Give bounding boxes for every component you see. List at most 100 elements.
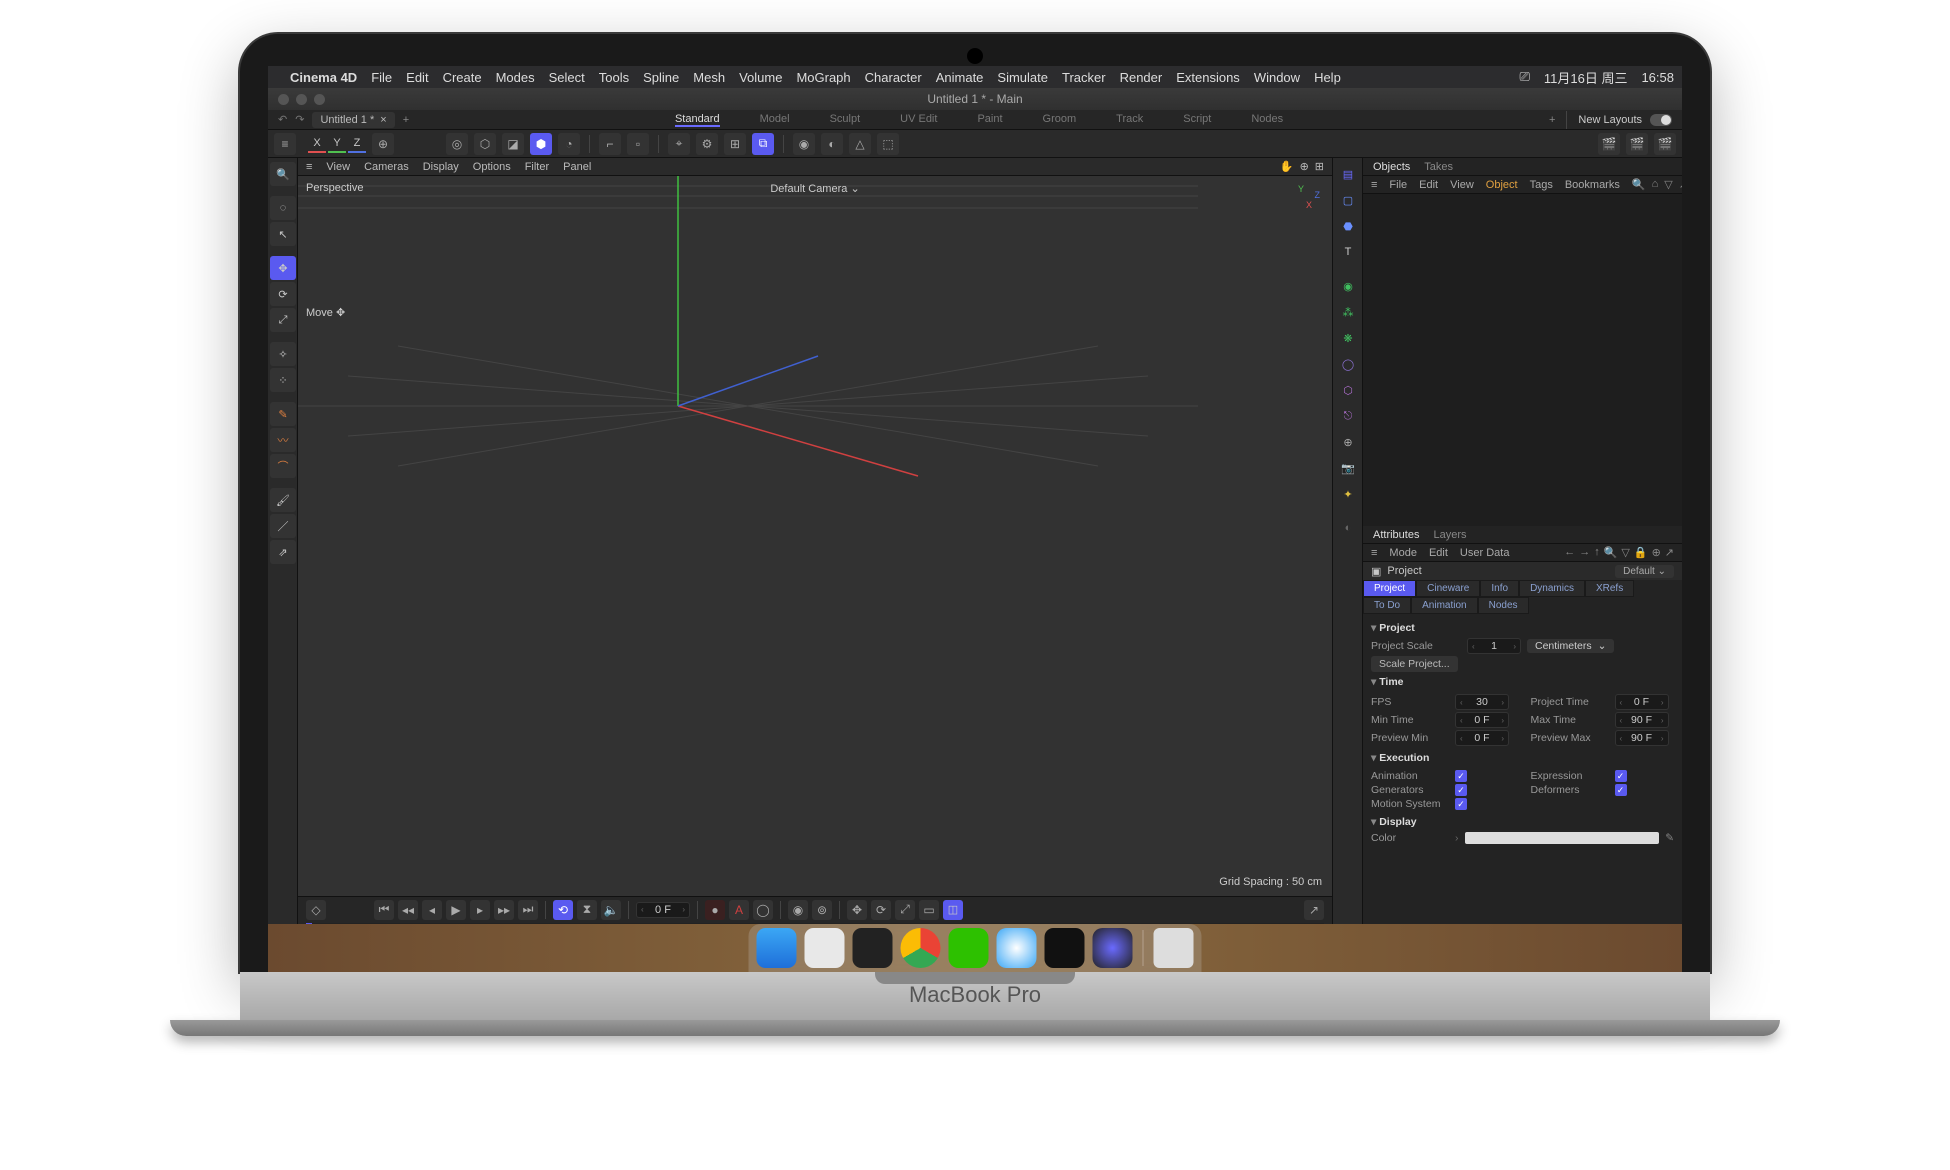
- prev-key-icon[interactable]: ◂◂: [398, 900, 418, 920]
- vp-nav-icon[interactable]: ✋: [1280, 160, 1294, 173]
- layout-track[interactable]: Track: [1116, 113, 1143, 127]
- sound-icon[interactable]: 🔈: [601, 900, 621, 920]
- brush-icon[interactable]: 🖌: [270, 488, 296, 512]
- menu-edit[interactable]: Edit: [406, 70, 428, 85]
- menu-simulate[interactable]: Simulate: [997, 70, 1048, 85]
- poly-icon[interactable]: ◪: [502, 133, 524, 155]
- vp-menu-cameras[interactable]: Cameras: [364, 161, 409, 173]
- menu-window[interactable]: Window: [1254, 70, 1300, 85]
- layout-sculpt[interactable]: Sculpt: [830, 113, 861, 127]
- fps-icon[interactable]: ⧗: [577, 900, 597, 920]
- autokey-icon[interactable]: A: [729, 900, 749, 920]
- cube-primitive-icon[interactable]: ⬣: [1335, 214, 1361, 238]
- menu-render[interactable]: Render: [1120, 70, 1163, 85]
- btab-project[interactable]: Project: [1363, 580, 1416, 597]
- vp-hamburger-icon[interactable]: ≡: [306, 161, 312, 173]
- layout-paint[interactable]: Paint: [977, 113, 1002, 127]
- chk-motion[interactable]: ✓: [1455, 798, 1467, 810]
- axis-x[interactable]: X: [308, 135, 326, 153]
- vp-menu-view[interactable]: View: [326, 161, 350, 173]
- quantize-icon[interactable]: ⧉: [752, 133, 774, 155]
- texture-mode-icon[interactable]: ◔: [558, 133, 580, 155]
- om-tags[interactable]: Tags: [1530, 179, 1553, 191]
- layout-standard[interactable]: Standard: [675, 113, 720, 127]
- vp-layout-icon[interactable]: ⊞: [1315, 160, 1324, 173]
- om-file[interactable]: File: [1389, 179, 1407, 191]
- redo-icon[interactable]: ↷: [295, 113, 304, 126]
- selection-filter-icon[interactable]: ◎: [446, 133, 468, 155]
- key-icon[interactable]: ◯: [753, 900, 773, 920]
- btab-cineware[interactable]: Cineware: [1416, 580, 1480, 597]
- om-filter-icon[interactable]: ▽: [1664, 178, 1672, 191]
- menu-help[interactable]: Help: [1314, 70, 1341, 85]
- asset-browser-icon[interactable]: ▤: [1335, 162, 1361, 186]
- btab-animation[interactable]: Animation: [1411, 597, 1477, 614]
- scale-key-icon[interactable]: ⤢: [895, 900, 915, 920]
- keyframe-sel-icon[interactable]: ◉: [788, 900, 808, 920]
- layout-model[interactable]: Model: [760, 113, 790, 127]
- camera-obj-icon[interactable]: 📷: [1335, 456, 1361, 480]
- am-popout-icon[interactable]: ↗: [1665, 546, 1674, 559]
- menubar-time[interactable]: 16:58: [1641, 70, 1674, 85]
- max-field[interactable]: ‹90 F›: [1615, 712, 1669, 728]
- viewport-3d[interactable]: Perspective Default Camera ⌄ Move ✥ Grid…: [298, 176, 1332, 896]
- btab-nodes[interactable]: Nodes: [1478, 597, 1529, 614]
- document-tab[interactable]: Untitled 1 * ×: [312, 112, 394, 128]
- axis-y[interactable]: Y: [328, 135, 346, 153]
- control-center-icon[interactable]: ⎚: [1519, 69, 1529, 85]
- om-popout-icon[interactable]: ↗: [1679, 178, 1682, 191]
- chk-animation[interactable]: ✓: [1455, 770, 1467, 782]
- menu-character[interactable]: Character: [865, 70, 922, 85]
- tab-layers[interactable]: Layers: [1433, 529, 1466, 541]
- spline-arc-icon[interactable]: ⌒: [270, 454, 296, 478]
- scale-tool-icon[interactable]: ⤢: [270, 308, 296, 332]
- goto-start-icon[interactable]: ⏮: [374, 900, 394, 920]
- tab-objects[interactable]: Objects: [1373, 161, 1410, 173]
- am-back-icon[interactable]: ←: [1564, 546, 1575, 559]
- vp-menu-panel[interactable]: Panel: [563, 161, 591, 173]
- menu-extensions[interactable]: Extensions: [1176, 70, 1240, 85]
- om-view[interactable]: View: [1450, 179, 1474, 191]
- material-icon[interactable]: ◐: [1335, 516, 1361, 540]
- scatter-tool-icon[interactable]: ⁘: [270, 368, 296, 392]
- chrome-icon[interactable]: [901, 928, 941, 968]
- pos-key-icon[interactable]: ✥: [847, 900, 867, 920]
- menu-mesh[interactable]: Mesh: [693, 70, 725, 85]
- menu-volume[interactable]: Volume: [739, 70, 782, 85]
- marker-icon[interactable]: ◇: [306, 900, 326, 920]
- cloner-icon[interactable]: ⁂: [1335, 300, 1361, 324]
- menu-tracker[interactable]: Tracker: [1062, 70, 1106, 85]
- add-layout-icon[interactable]: +: [1549, 114, 1555, 126]
- object-manager[interactable]: [1363, 194, 1682, 526]
- grid-snap-icon[interactable]: ⊞: [724, 133, 746, 155]
- btab-info[interactable]: Info: [1480, 580, 1519, 597]
- generator-icon[interactable]: ◉: [1335, 274, 1361, 298]
- play-icon[interactable]: ▶: [446, 900, 466, 920]
- axis-gizmo[interactable]: YZX: [1292, 186, 1322, 216]
- om-object[interactable]: Object: [1486, 179, 1518, 191]
- live-select-icon[interactable]: ◌: [270, 196, 296, 220]
- param-key-icon[interactable]: ▭: [919, 900, 939, 920]
- snap-icon[interactable]: ⌖: [668, 133, 690, 155]
- render-view-icon[interactable]: ◉: [793, 133, 815, 155]
- btab-todo[interactable]: To Do: [1363, 597, 1411, 614]
- menu-spline[interactable]: Spline: [643, 70, 679, 85]
- layout-script[interactable]: Script: [1183, 113, 1211, 127]
- coord-system-icon[interactable]: ⊕: [372, 133, 394, 155]
- am-userdata[interactable]: User Data: [1460, 547, 1510, 559]
- menu-create[interactable]: Create: [443, 70, 482, 85]
- next-frame-icon[interactable]: ▸: [470, 900, 490, 920]
- ptime-field[interactable]: ‹0 F›: [1615, 694, 1669, 710]
- am-mode[interactable]: Mode: [1389, 547, 1417, 559]
- goto-end-icon[interactable]: ⏭: [518, 900, 538, 920]
- btab-xrefs[interactable]: XRefs: [1585, 580, 1634, 597]
- layout-toggle[interactable]: [1650, 114, 1672, 126]
- render-region-icon[interactable]: ◐: [821, 133, 843, 155]
- clapper3-icon[interactable]: 🎬: [1654, 133, 1676, 155]
- launchpad-icon[interactable]: [805, 928, 845, 968]
- pla-key-icon[interactable]: ◫: [943, 900, 963, 920]
- menu-modes[interactable]: Modes: [496, 70, 535, 85]
- scene-icon[interactable]: ⎋: [1335, 404, 1361, 428]
- spline-pen-icon[interactable]: ✎: [270, 402, 296, 426]
- locked-workplane-icon[interactable]: ▫: [627, 133, 649, 155]
